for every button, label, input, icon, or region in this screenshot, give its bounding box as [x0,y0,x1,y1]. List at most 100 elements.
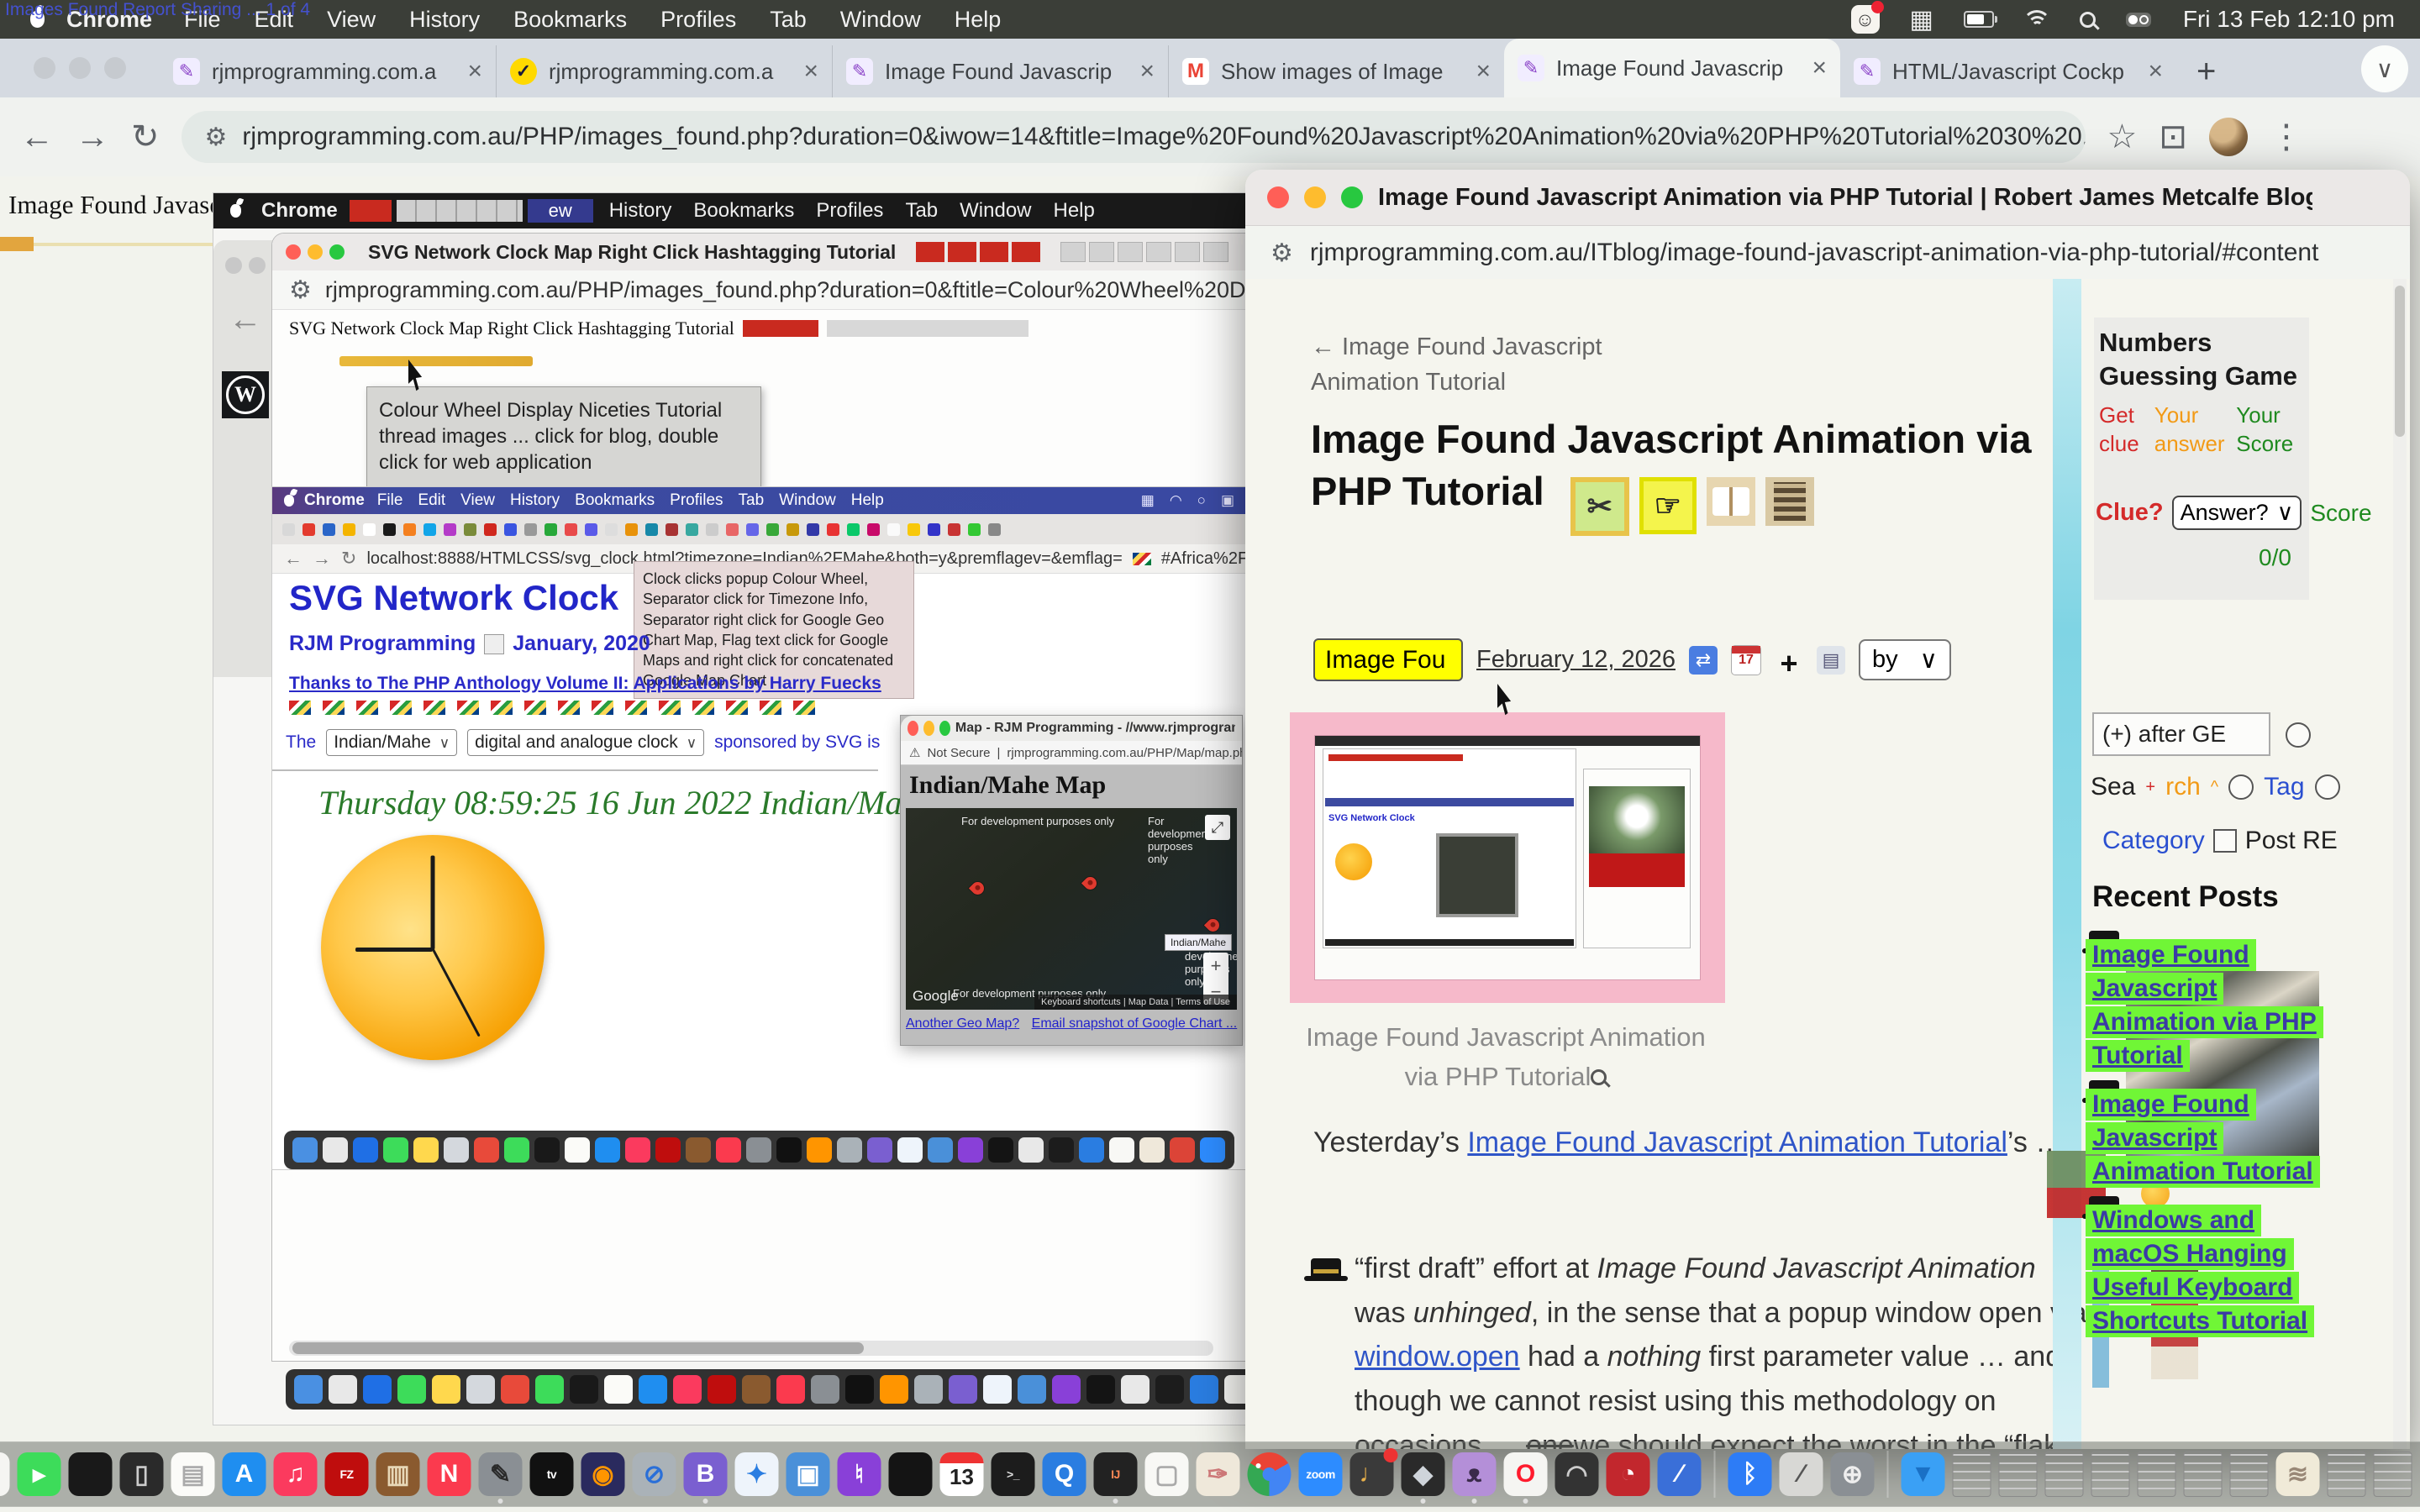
post-link[interactable]: Image FoundJavascriptAnimation via PHPTu… [2086,924,2338,1072]
flag-icon[interactable] [558,701,580,715]
dock-icon-photos-window[interactable]: ▣ [786,1452,830,1496]
flag-icon[interactable] [323,701,345,715]
category-label[interactable]: Category [2102,827,2205,855]
minimized-window[interactable] [2374,1452,2412,1497]
flag-icon[interactable] [424,701,445,715]
map-pin[interactable] [1081,874,1099,892]
inline-link[interactable]: Image Found Javascript Animation Tutoria… [1467,1126,2007,1158]
book-icon[interactable]: ▤ [1817,646,1845,675]
dock-icon-pen-app[interactable]: ∕ [1658,1452,1702,1496]
map-pin[interactable] [1204,916,1222,934]
favicon[interactable] [544,523,557,536]
plus-icon[interactable]: + [1775,646,1803,675]
menu-item-window[interactable]: Window [823,7,938,33]
dock-icon-iphone-mirroring[interactable]: ▯ [120,1452,164,1496]
ge-input[interactable]: (+) after GE [2092,712,2270,756]
minimized-window[interactable] [2328,1452,2366,1497]
minimized-window[interactable] [2045,1452,2084,1497]
email-snapshot-link[interactable]: Email snapshot of Google Chart ... [1032,1016,1238,1031]
tab-rjmprogramming-com-a[interactable]: ✎rjmprogramming.com.a× [160,45,496,97]
minimized-window[interactable] [2138,1452,2176,1497]
dock-icon-news[interactable]: N [428,1452,471,1496]
dock-icon-inkscape[interactable]: ◆ [1402,1452,1445,1496]
favicon[interactable] [424,523,436,536]
dock-icon-podcasts[interactable]: ♮ [838,1452,881,1496]
favicon[interactable] [323,523,335,536]
menu-item-edit[interactable]: Edit [410,491,453,510]
back-icon[interactable]: ← [20,118,54,156]
post-select[interactable]: Image Fou∨ [1313,638,1463,681]
inline-link[interactable]: window.open [1355,1341,1520,1373]
tab-close-icon[interactable]: × [1812,54,1827,82]
scissors-icon[interactable]: ✂ [1570,477,1629,536]
extensions-icon[interactable]: ⊡ [2159,118,2187,156]
tab-close-icon[interactable]: × [2148,57,2163,86]
dock-icon-textedit[interactable]: ▤ [171,1452,215,1496]
clue-label[interactable]: Clue? [2096,499,2164,527]
menu-item-profiles[interactable]: Profiles [644,7,753,33]
dock-icon-slash-doc[interactable]: ∕ [1780,1452,1823,1496]
dock-icon-activity-dial[interactable]: ◔ [1607,1452,1650,1496]
flag-icon[interactable] [625,701,647,715]
flag-icon[interactable] [659,701,681,715]
flag-icon[interactable] [356,701,378,715]
favicon[interactable] [948,523,960,536]
tab-close-icon[interactable]: × [1476,57,1491,86]
dock-icon-filezilla[interactable]: FZ [325,1452,369,1496]
dock-icon-facetime[interactable]: ▸ [18,1452,61,1496]
menu-item-tab[interactable]: Tab [894,199,949,223]
flag-icon[interactable] [592,701,613,715]
favicon[interactable] [403,523,416,536]
tab-close-icon[interactable]: × [803,57,818,86]
menu-item-help[interactable]: Help [938,7,1018,33]
tab-rjmprogramming-com-a[interactable]: ✓rjmprogramming.com.a× [496,45,832,97]
calendar-icon[interactable]: 17 [1731,645,1761,675]
post-link[interactable]: Windows andmacOS HangingUseful KeyboardS… [2086,1189,2338,1337]
flag-icon[interactable] [390,701,412,715]
dock-icon-apple-tv[interactable]: tv [530,1452,574,1496]
favicon[interactable] [625,523,638,536]
url-text[interactable]: rjmprogramming.com.au/PHP/images_found.p… [242,123,2085,151]
menu-item-bookmarks[interactable]: Bookmarks [682,199,805,223]
tab-image-found-javascrip[interactable]: ✎Image Found Javascrip× [1504,39,1840,97]
minimized-window[interactable] [1953,1452,1991,1497]
magnifier-icon[interactable] [1591,1069,1607,1085]
menu-item-bookmarks[interactable]: Bookmarks [567,491,662,510]
menu-item-history[interactable]: History [598,199,683,223]
minimized-window[interactable] [2091,1452,2130,1497]
dock-icon-keynote[interactable] [889,1452,933,1496]
input-source-app-icon[interactable]: ☺ [1851,5,1880,34]
minimized-window[interactable] [2230,1452,2269,1497]
horizontal-scrollbar[interactable] [289,1341,1213,1356]
favicon[interactable] [827,523,839,536]
search-icon[interactable] [2080,12,2096,28]
favicon[interactable] [464,523,476,536]
dock-icon-gimp-pencil[interactable]: ✎ [479,1452,523,1496]
search-label-a[interactable]: Sea [2091,773,2135,801]
menu-item-help[interactable]: Help [1043,199,1106,223]
dock-icon-display[interactable] [69,1452,113,1496]
control-center-icon[interactable] [2126,13,2151,27]
menu-item-window[interactable]: Window [771,491,844,510]
open-book-icon[interactable] [1707,477,1755,526]
dock-icon-calendar[interactable]: 13 [940,1452,984,1496]
dock-icon-terminal[interactable]: >_ [992,1452,1035,1496]
tab-search-chevron[interactable]: ∨ [2361,45,2408,92]
menu-item-profiles[interactable]: Profiles [662,491,730,510]
dock-icon-intellij[interactable]: IJ [1094,1452,1138,1496]
dock-icon-app-store[interactable]: A [223,1452,266,1496]
bookmark-star-icon[interactable]: ☆ [2107,118,2138,156]
forward-icon[interactable]: → [76,118,109,156]
post-image[interactable]: SVG Network Clock [1315,736,1700,979]
close-button[interactable] [34,57,55,79]
screenshot-level1[interactable]: Chrome ew HistoryBookmarksProfilesTabWin… [213,193,1249,1425]
menu-item-history[interactable]: History [392,7,497,33]
favicon[interactable] [444,523,456,536]
favicon[interactable] [867,523,880,536]
minimize-button[interactable] [1304,186,1326,208]
dock-icon-art-app[interactable]: ✑ [1197,1452,1240,1496]
map-footer[interactable]: Keyboard shortcuts | Map Data | Terms of… [1034,995,1237,1010]
minimize-button[interactable] [69,57,91,79]
dock-icon-books[interactable]: ▥ [376,1452,420,1496]
menu-item-file[interactable]: File [370,491,411,510]
